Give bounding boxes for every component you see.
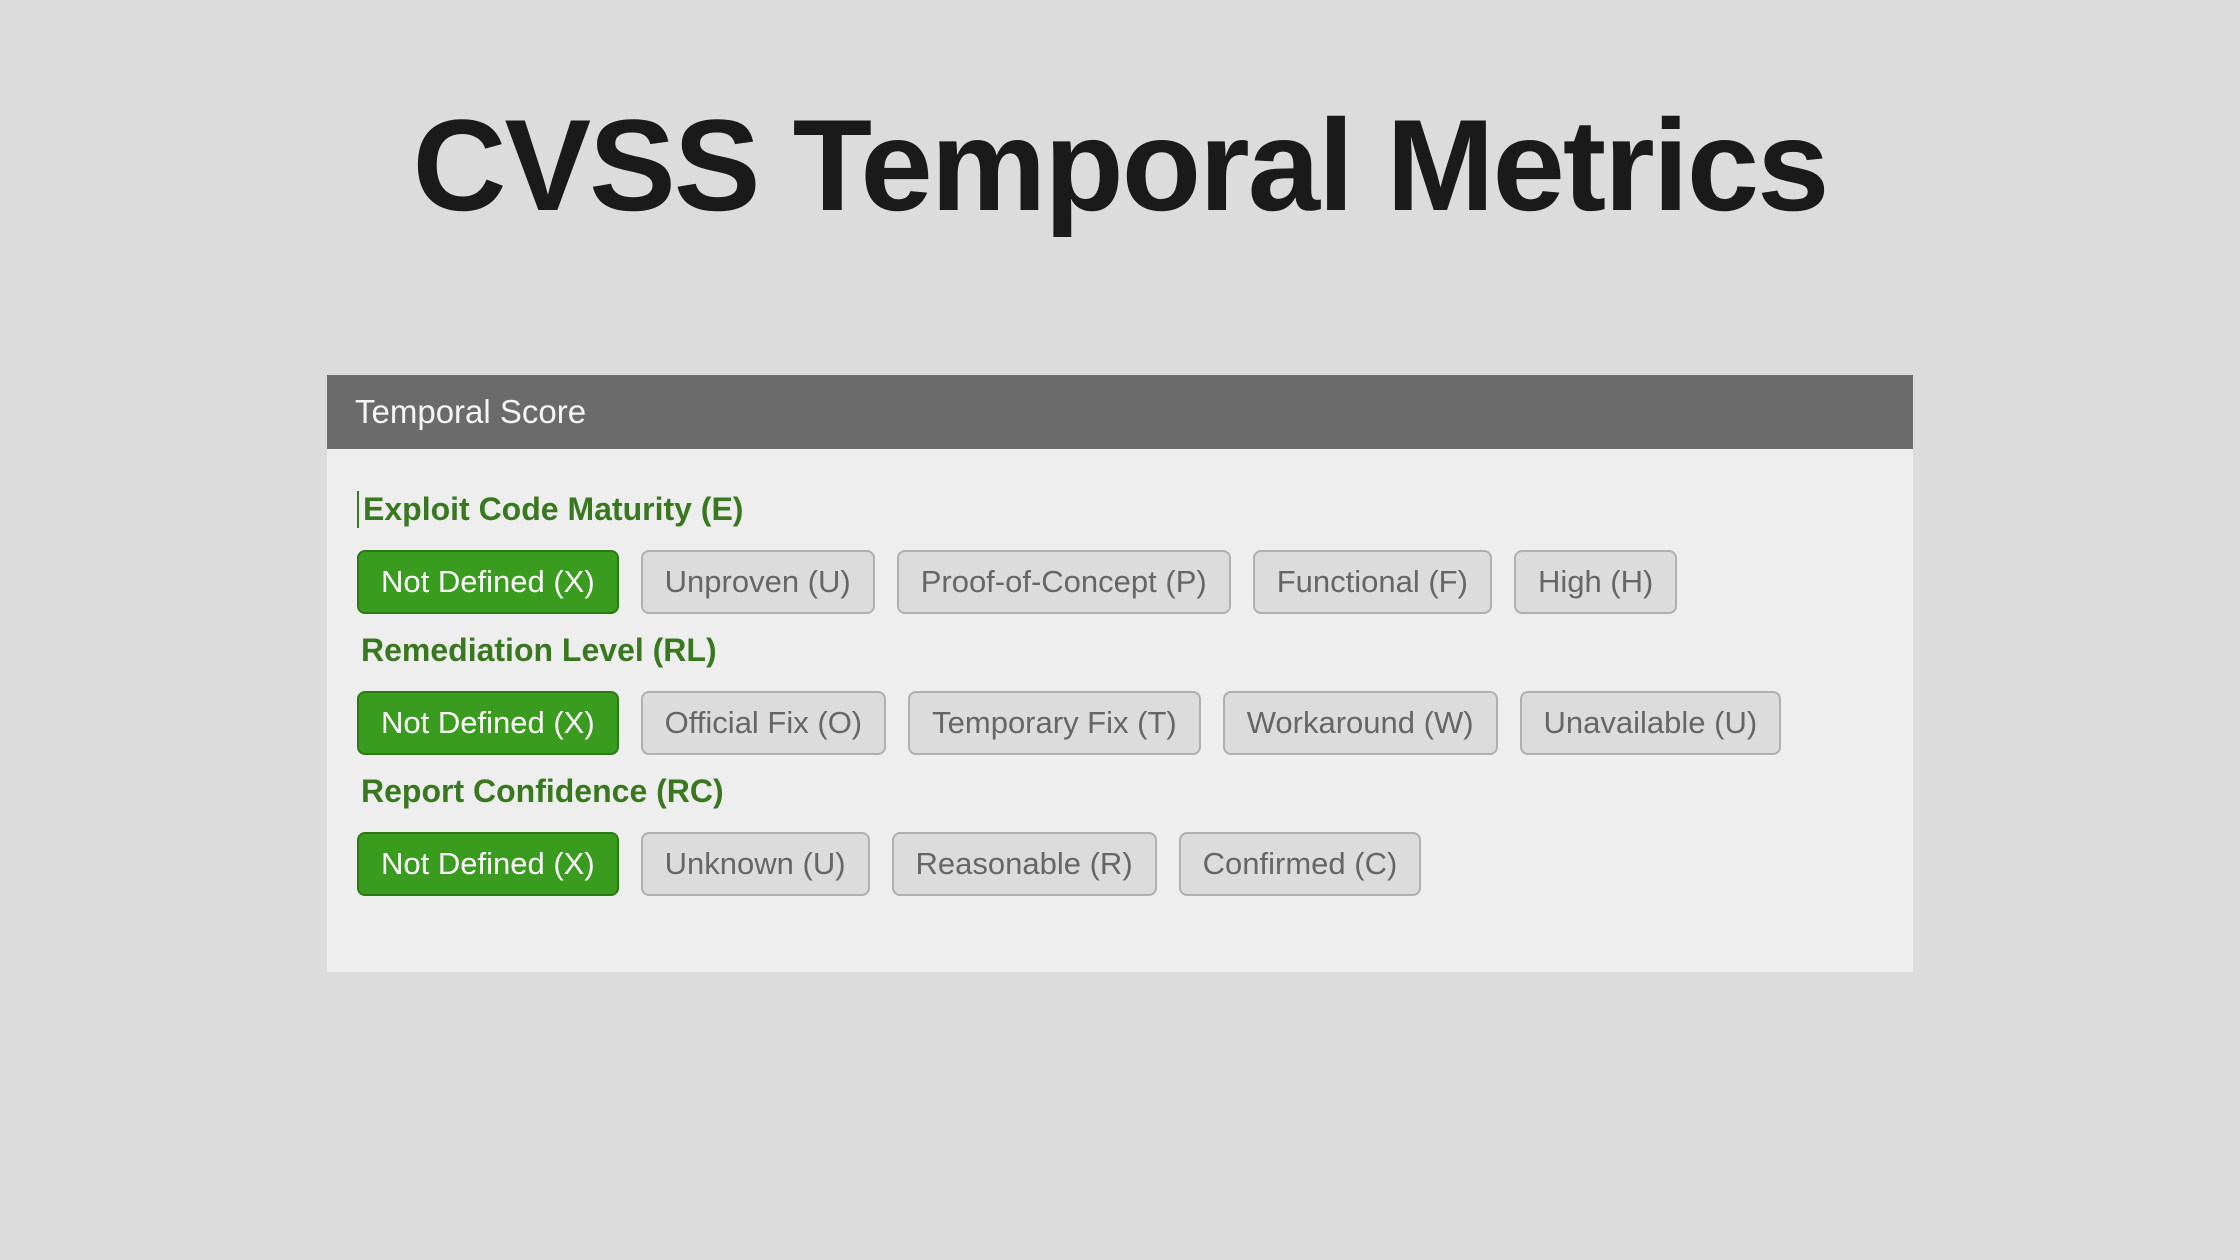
metric-group: Exploit Code Maturity (E) Not Defined (X)… xyxy=(357,491,1883,614)
metric-option-button[interactable]: Official Fix (O) xyxy=(641,691,887,755)
metric-option-button[interactable]: Unavailable (U) xyxy=(1520,691,1782,755)
temporal-score-panel: Temporal Score Exploit Code Maturity (E)… xyxy=(327,375,1913,972)
metric-option-button[interactable]: Confirmed (C) xyxy=(1179,832,1422,896)
page-title: CVSS Temporal Metrics xyxy=(413,90,1828,240)
metric-option-button[interactable]: Unknown (U) xyxy=(641,832,870,896)
panel-header: Temporal Score xyxy=(327,375,1913,449)
metric-option-button[interactable]: Functional (F) xyxy=(1253,550,1492,614)
metric-group: Report Confidence (RC) Not Defined (X) Unk… xyxy=(357,773,1883,896)
metric-label: Remediation Level (RL) xyxy=(357,632,1883,669)
metric-option-button[interactable]: Temporary Fix (T) xyxy=(908,691,1201,755)
metric-option-button[interactable]: Not Defined (X) xyxy=(357,691,619,755)
metric-option-button[interactable]: Not Defined (X) xyxy=(357,550,619,614)
metric-option-button[interactable]: Workaround (W) xyxy=(1223,691,1498,755)
metric-label: Report Confidence (RC) xyxy=(357,773,1883,810)
panel-body: Exploit Code Maturity (E) Not Defined (X)… xyxy=(327,449,1913,972)
metric-option-button[interactable]: High (H) xyxy=(1514,550,1677,614)
metric-group: Remediation Level (RL) Not Defined (X) Off… xyxy=(357,632,1883,755)
metric-option-button[interactable]: Reasonable (R) xyxy=(892,832,1157,896)
metric-option-button[interactable]: Not Defined (X) xyxy=(357,832,619,896)
metric-label: Exploit Code Maturity (E) xyxy=(357,491,1883,528)
metric-option-button[interactable]: Unproven (U) xyxy=(641,550,875,614)
options-row: Not Defined (X) Unknown (U) Reasonable (R)… xyxy=(357,832,1883,896)
options-row: Not Defined (X) Unproven (U) Proof-of-Conc… xyxy=(357,550,1883,614)
options-row: Not Defined (X) Official Fix (O) Temporary… xyxy=(357,691,1883,755)
metric-option-button[interactable]: Proof-of-Concept (P) xyxy=(897,550,1231,614)
